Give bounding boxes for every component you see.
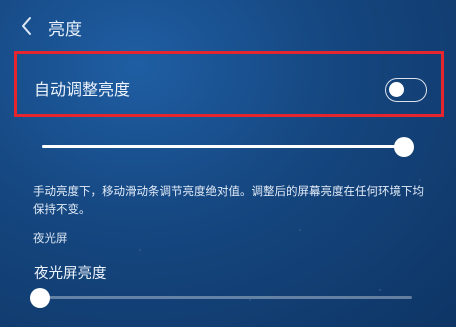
auto-brightness-label: 自动调整亮度 [34, 80, 131, 99]
slider-thumb[interactable] [30, 288, 50, 308]
brightness-description: 手动亮度下，移动滑动条调节亮度绝对值。调整后的屏幕亮度在任何环境下均保持不变。 [33, 184, 424, 216]
header: 亮度 [0, 0, 456, 50]
slider-track [40, 296, 412, 299]
auto-brightness-toggle[interactable] [385, 78, 427, 102]
slider-fill [42, 145, 404, 148]
back-button[interactable] [16, 12, 38, 40]
brightness-slider[interactable] [42, 136, 414, 158]
slider-thumb[interactable] [394, 137, 414, 157]
page-title: 亮度 [48, 20, 82, 40]
night-screen-section-label: 夜光屏 [33, 231, 68, 245]
chevron-left-icon [22, 17, 31, 35]
toggle-knob [389, 82, 404, 97]
night-screen-brightness-slider[interactable] [30, 287, 412, 309]
night-screen-brightness-label: 夜光屏亮度 [34, 266, 107, 282]
